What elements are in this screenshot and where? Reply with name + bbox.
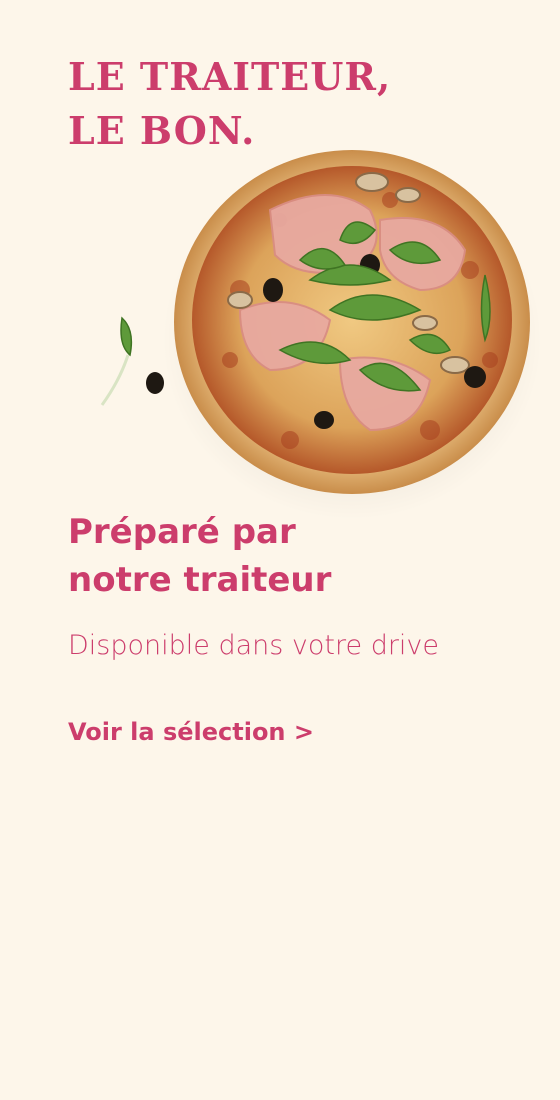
headline-line-1: LE TRAITEUR, bbox=[68, 54, 392, 99]
promo-subtitle: Disponible dans votre drive bbox=[68, 630, 440, 661]
promo-title-line-2: notre traiteur bbox=[68, 560, 332, 600]
arugula-olive-garnish bbox=[100, 316, 133, 406]
promo-title: Préparé par notre traiteur bbox=[68, 508, 331, 604]
promo-banner[interactable]: LE TRAITEUR, LE BON. Préparé par notre t… bbox=[0, 0, 560, 1100]
see-selection-link[interactable]: Voir la sélection > bbox=[68, 714, 314, 750]
promo-title-line-1: Préparé par bbox=[68, 512, 296, 552]
pizza-image bbox=[100, 150, 542, 520]
